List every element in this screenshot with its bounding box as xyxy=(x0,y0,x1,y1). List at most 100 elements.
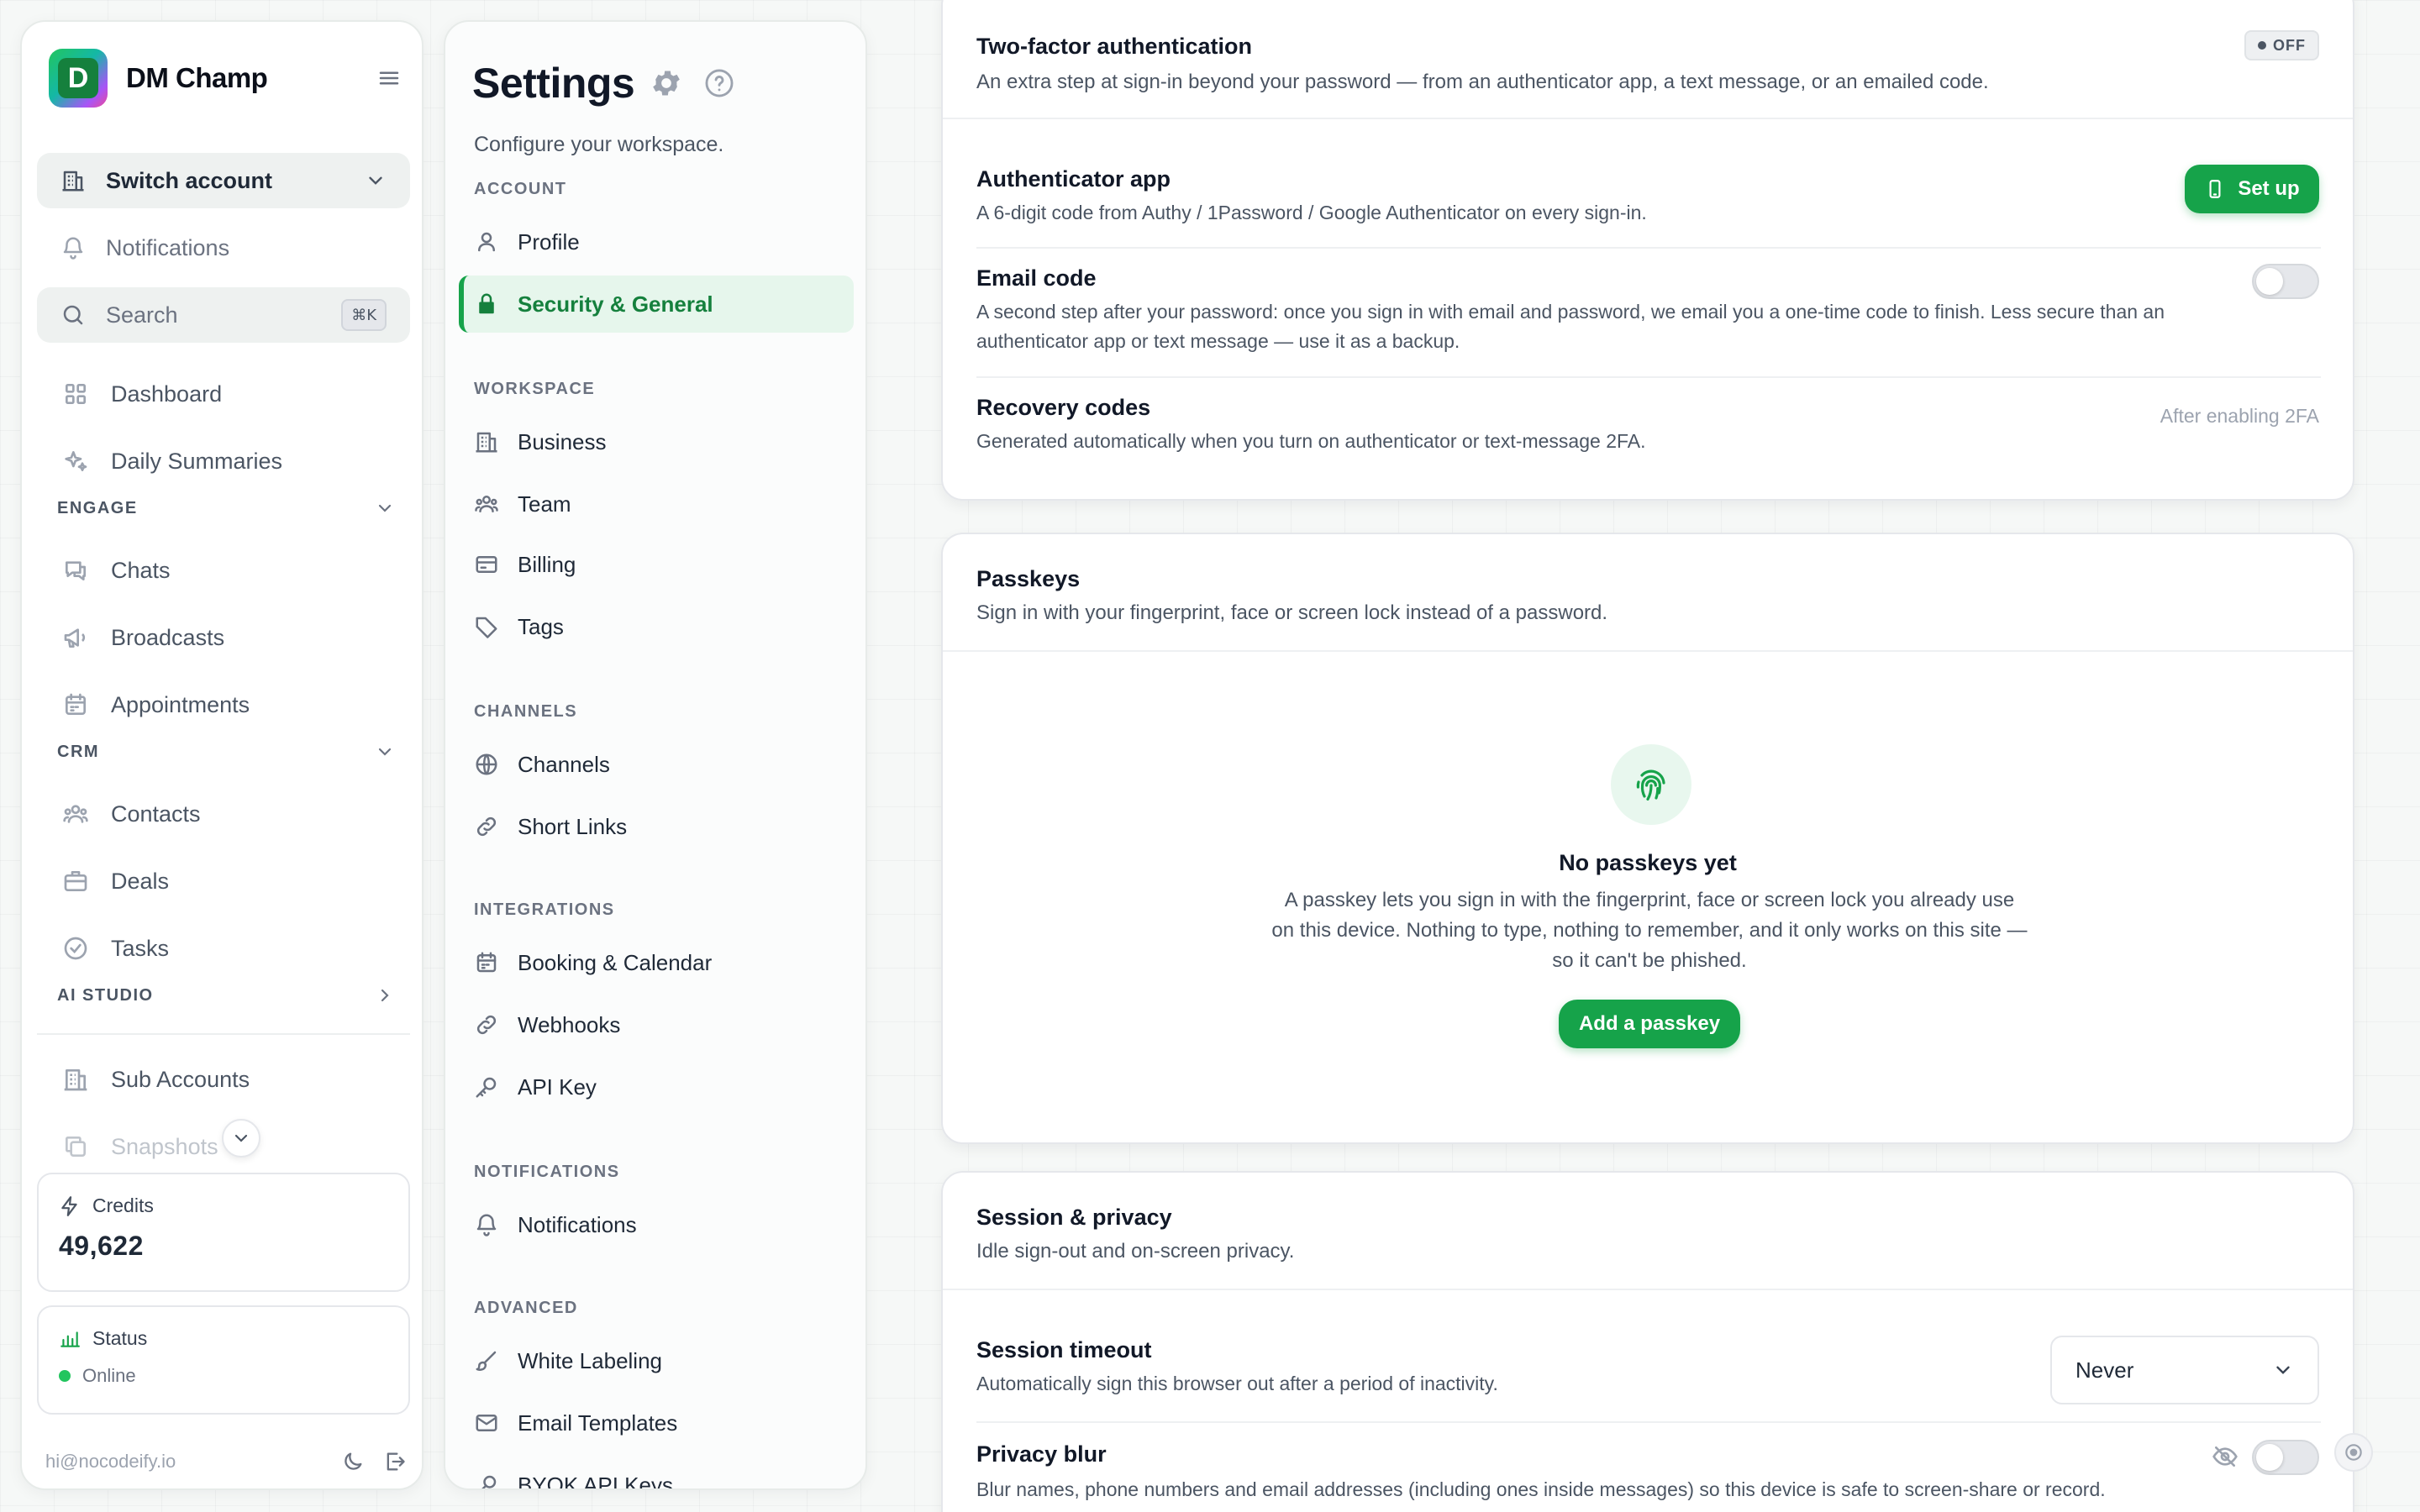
sidebar-item-tasks[interactable]: Tasks xyxy=(37,919,410,978)
passkeys-title: Passkeys xyxy=(976,566,1081,591)
section-label: CRM xyxy=(57,742,100,761)
page-title: Settings xyxy=(472,60,635,107)
settings-section-integrations: INTEGRATIONS xyxy=(474,900,615,919)
users-icon xyxy=(474,491,499,517)
key-icon xyxy=(474,1074,499,1100)
mail-icon xyxy=(474,1410,499,1436)
add-passkey-label: Add a passkey xyxy=(1578,1012,1721,1035)
floating-action-button[interactable] xyxy=(2334,1433,2373,1472)
settings-item-notifications[interactable]: Notifications xyxy=(459,1196,854,1253)
calendar-icon xyxy=(474,950,499,975)
users-icon xyxy=(62,801,89,827)
settings-section-advanced: ADVANCED xyxy=(474,1299,578,1317)
sidebar-section-engage[interactable]: ENGAGE xyxy=(57,496,410,521)
privacy-blur-toggle[interactable] xyxy=(2252,1440,2319,1475)
settings-item-profile[interactable]: Profile xyxy=(459,213,854,270)
sidebar-item-label: Snapshots xyxy=(111,1133,218,1159)
settings-item-security[interactable]: Security & General xyxy=(459,276,854,333)
sidebar-item-daily-summaries[interactable]: Daily Summaries xyxy=(37,432,410,491)
settings-item-label: Short Links xyxy=(518,813,628,839)
switch-account-button[interactable]: Switch account xyxy=(37,153,410,208)
toggle-knob xyxy=(2256,1444,2283,1471)
settings-item-team[interactable]: Team xyxy=(459,475,854,533)
app-sidebar: D DM Champ Switch account Notifications … xyxy=(20,20,424,1490)
credits-value: 49,622 xyxy=(59,1231,144,1261)
session-privacy-card: Session & privacy Idle sign-out and on-s… xyxy=(941,1171,2354,1512)
sidebar-divider xyxy=(37,1033,410,1035)
status-label: Status xyxy=(92,1327,148,1349)
session-title: Session & privacy xyxy=(976,1205,1172,1230)
credits-card[interactable]: Credits 49,622 xyxy=(37,1173,410,1292)
link-icon xyxy=(474,1012,499,1037)
sidebar-item-chats[interactable]: Chats xyxy=(37,541,410,600)
calendar-icon xyxy=(62,691,89,718)
settings-item-channels[interactable]: Channels xyxy=(459,736,854,793)
settings-item-api-key[interactable]: API Key xyxy=(459,1058,854,1116)
search-input[interactable]: Search ⌘K xyxy=(37,287,410,343)
status-card[interactable]: Status Online xyxy=(37,1305,410,1415)
notifications-link[interactable]: Notifications xyxy=(37,220,410,276)
settings-item-white-labeling[interactable]: White Labeling xyxy=(459,1332,854,1389)
section-label: AI STUDIO xyxy=(57,985,154,1005)
card-divider xyxy=(943,650,2353,652)
globe-icon xyxy=(474,752,499,777)
chat-icon xyxy=(62,557,89,584)
moon-icon[interactable] xyxy=(341,1450,365,1473)
copy-icon xyxy=(62,1133,89,1160)
settings-item-label: Email Templates xyxy=(518,1410,678,1436)
settings-item-byok[interactable]: BYOK API Keys xyxy=(459,1457,854,1490)
sidebar-item-appointments[interactable]: Appointments xyxy=(37,675,410,734)
sidebar-section-ai-studio[interactable]: AI STUDIO xyxy=(57,983,410,1008)
search-icon xyxy=(60,302,86,328)
chevron-down-icon xyxy=(365,170,387,192)
sidebar-item-deals[interactable]: Deals xyxy=(37,852,410,911)
settings-item-label: Team xyxy=(518,491,571,517)
menu-icon[interactable] xyxy=(376,66,402,91)
email-code-title: Email code xyxy=(976,265,1097,291)
page-subtitle: Configure your workspace. xyxy=(474,133,724,156)
email-code-toggle[interactable] xyxy=(2252,264,2319,299)
privacy-blur-title: Privacy blur xyxy=(976,1441,1107,1467)
settings-item-label: White Labeling xyxy=(518,1347,662,1373)
privacy-blur-description: Blur names, phone numbers and email addr… xyxy=(976,1478,2106,1500)
phone-icon xyxy=(2204,178,2226,200)
search-placeholder: Search xyxy=(106,302,178,328)
notifications-label: Notifications xyxy=(106,234,230,260)
switch-account-label: Switch account xyxy=(106,167,273,193)
grid-icon xyxy=(62,381,89,407)
add-passkey-button[interactable]: Add a passkey xyxy=(1559,1000,1740,1048)
session-timeout-select[interactable]: Never xyxy=(2050,1336,2319,1404)
set-up-label: Set up xyxy=(2238,177,2300,200)
sidebar-item-label: Chats xyxy=(111,557,171,583)
sidebar-item-sub-accounts[interactable]: Sub Accounts xyxy=(37,1050,410,1109)
sidebar-item-broadcasts[interactable]: Broadcasts xyxy=(37,608,410,667)
chevron-down-icon xyxy=(2272,1359,2294,1381)
settings-item-tags[interactable]: Tags xyxy=(459,598,854,655)
settings-item-business[interactable]: Business xyxy=(459,413,854,470)
sidebar-section-crm[interactable]: CRM xyxy=(57,739,410,764)
settings-nav: Settings Configure your workspace. ACCOU… xyxy=(444,20,867,1490)
settings-header: Settings xyxy=(472,59,735,108)
brand-name: DM Champ xyxy=(126,62,268,93)
logout-icon[interactable] xyxy=(383,1450,407,1473)
fingerprint-badge xyxy=(1611,744,1691,825)
link-icon xyxy=(474,814,499,839)
settings-item-billing[interactable]: Billing xyxy=(459,536,854,593)
settings-item-email-templates[interactable]: Email Templates xyxy=(459,1394,854,1452)
eye-off-icon xyxy=(2212,1443,2238,1470)
help-icon[interactable] xyxy=(703,67,735,99)
sidebar-item-contacts[interactable]: Contacts xyxy=(37,785,410,843)
tag-icon xyxy=(474,614,499,639)
set-up-button[interactable]: Set up xyxy=(2185,165,2319,213)
sidebar-item-label: Dashboard xyxy=(111,381,223,407)
settings-item-label: Security & General xyxy=(518,291,713,317)
settings-item-booking[interactable]: Booking & Calendar xyxy=(459,934,854,991)
sidebar-item-dashboard[interactable]: Dashboard xyxy=(37,365,410,423)
scroll-down-button[interactable] xyxy=(222,1119,260,1158)
lightning-icon xyxy=(59,1195,81,1217)
settings-item-label: BYOK API Keys xyxy=(518,1472,673,1490)
settings-item-webhooks[interactable]: Webhooks xyxy=(459,996,854,1053)
brand-logo[interactable]: D xyxy=(49,49,108,108)
megaphone-icon xyxy=(62,624,89,651)
settings-item-short-links[interactable]: Short Links xyxy=(459,798,854,855)
